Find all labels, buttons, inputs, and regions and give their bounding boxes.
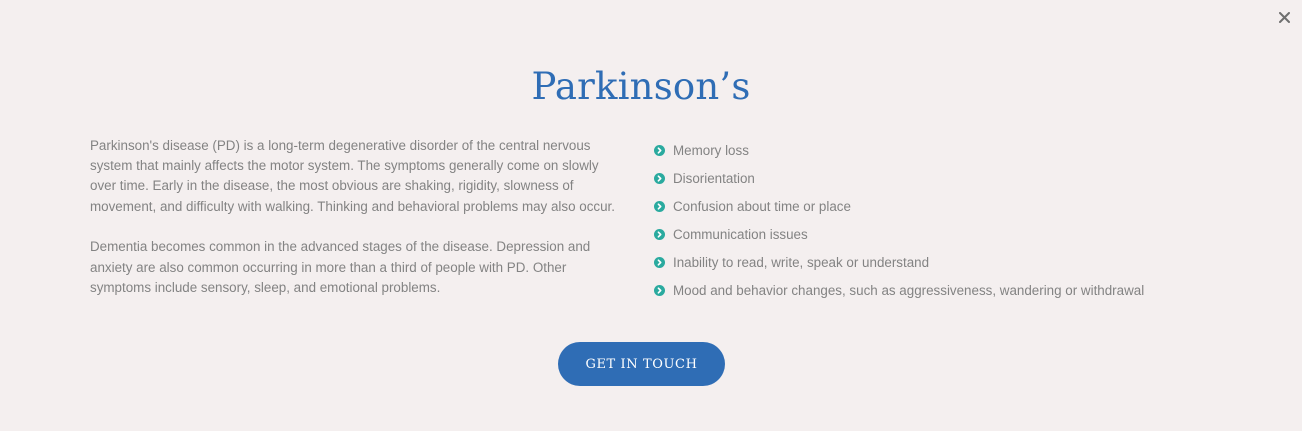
description-paragraph: Dementia becomes common in the advanced … (90, 239, 591, 295)
condition-modal: Parkinson’s Parkinson's disease (PD) is … (0, 0, 1302, 431)
symptom-item: Disorientation (654, 164, 1144, 192)
get-in-touch-button[interactable]: GET IN TOUCH (558, 342, 725, 386)
chevron-circle-right-icon (654, 200, 665, 212)
symptom-label: Disorientation (673, 170, 755, 186)
symptom-label: Mood and behavior changes, such as aggre… (673, 282, 1145, 298)
symptom-item: Communication issues (654, 220, 1144, 248)
symptom-label: Communication issues (673, 226, 808, 242)
symptom-item: Inability to read, write, speak or under… (654, 248, 1144, 276)
modal-title: Parkinson’s (531, 65, 751, 108)
chevron-circle-right-icon (654, 172, 665, 184)
symptom-label: Confusion about time or place (673, 198, 851, 214)
close-button[interactable] (1275, 8, 1293, 26)
symptom-label: Inability to read, write, speak or under… (673, 254, 930, 270)
chevron-circle-right-icon (654, 256, 665, 268)
chevron-circle-right-icon (654, 228, 665, 240)
symptom-item: Mood and behavior changes, such as aggre… (654, 276, 1144, 304)
chevron-circle-right-icon (654, 144, 665, 156)
symptom-label: Memory loss (673, 142, 749, 158)
chevron-circle-right-icon (654, 284, 665, 296)
symptom-item: Memory loss (654, 136, 1144, 164)
symptom-item: Confusion about time or place (654, 192, 1144, 220)
close-icon (1278, 11, 1290, 23)
symptom-list: Memory loss Disorientation Confusion abo… (654, 136, 1144, 304)
condition-description: Parkinson's disease (PD) is a long-term … (90, 136, 615, 318)
description-paragraph: Parkinson's disease (PD) is a long-term … (90, 138, 615, 214)
